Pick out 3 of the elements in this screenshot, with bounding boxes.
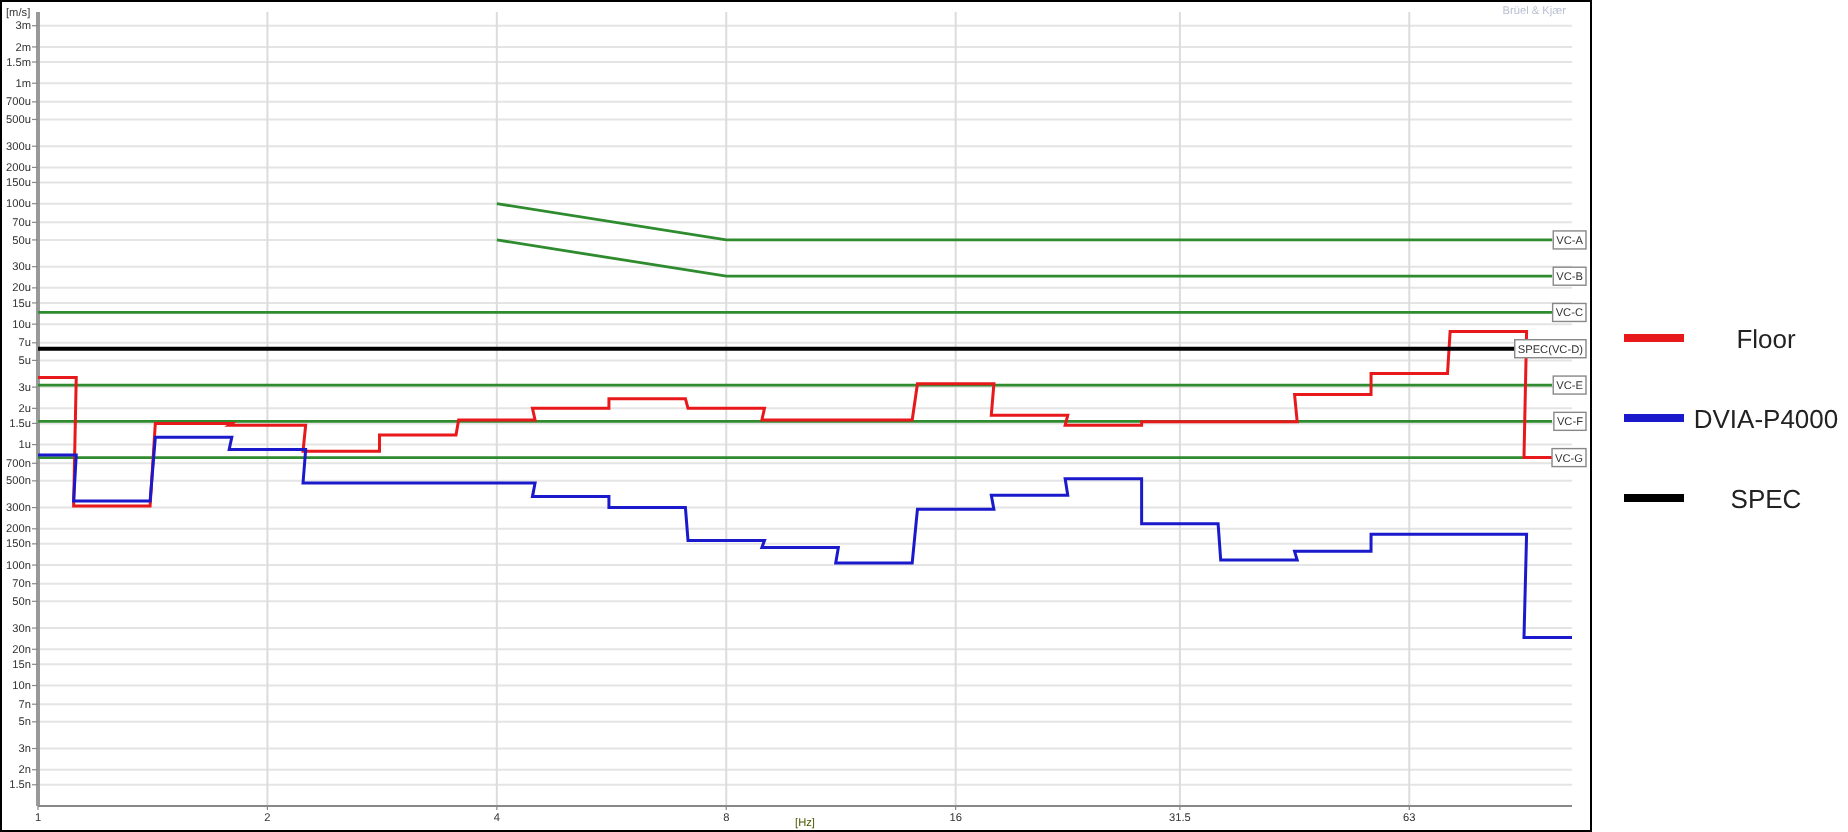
legend-label: SPEC (1728, 483, 1804, 513)
legend-label: DVIA-P4000 (1691, 403, 1841, 433)
legend-label: Floor (1734, 323, 1798, 353)
